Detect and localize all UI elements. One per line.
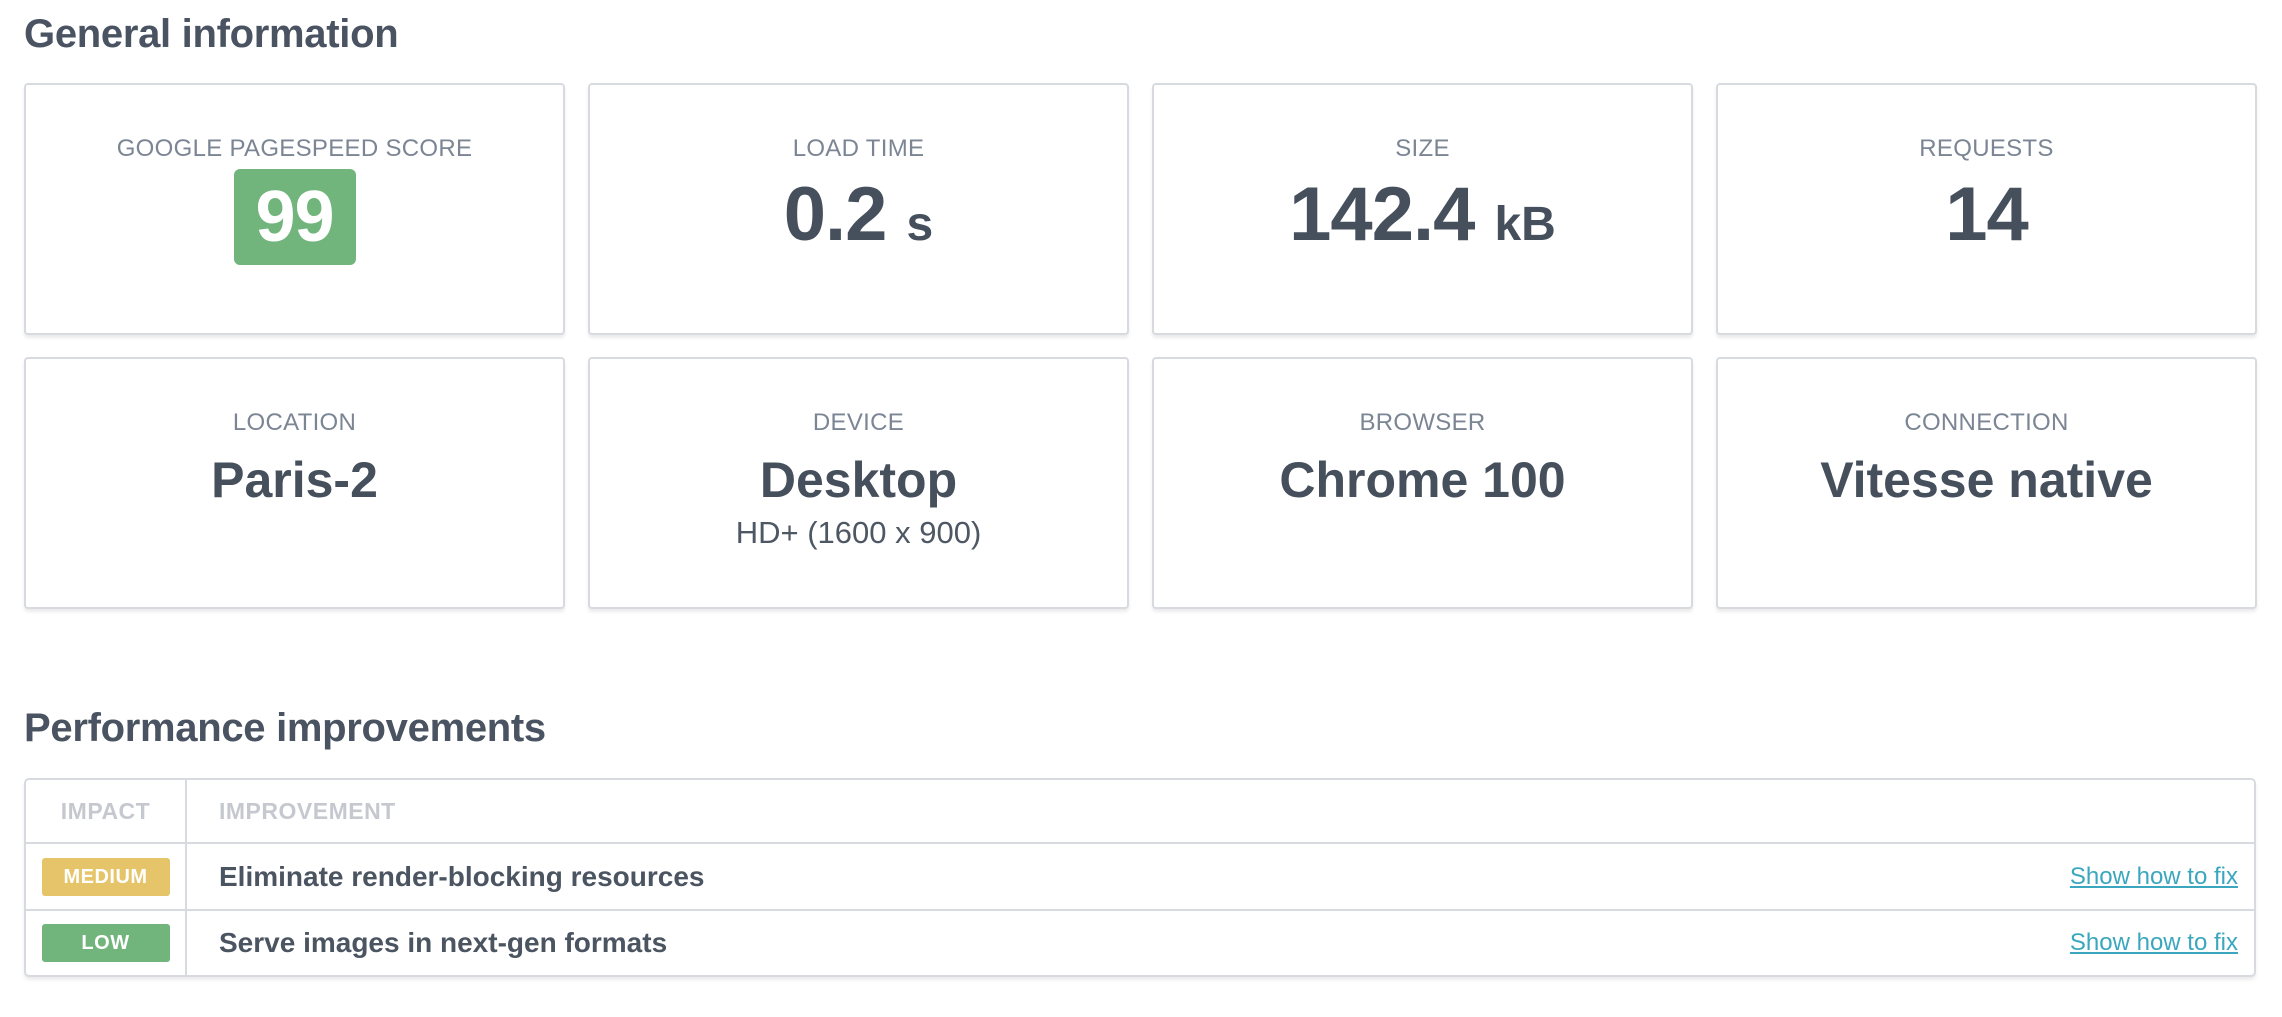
device-card: DEVICE Desktop HD+ (1600 x 900) — [588, 357, 1129, 609]
impact-badge-low: LOW — [41, 924, 170, 962]
improvements-table: IMPACT IMPROVEMENT MEDIUM Eliminate rend… — [24, 778, 2256, 977]
improvement-header-cell: IMPROVEMENT — [187, 780, 2254, 842]
card-label: LOCATION — [232, 409, 357, 436]
card-label: SIZE — [1395, 135, 1450, 162]
table-row: LOW Serve images in next-gen formats Sho… — [26, 909, 2254, 975]
card-value: 14 — [1945, 172, 2029, 257]
value-number: 0.2 — [783, 172, 888, 257]
card-label: GOOGLE PAGESPEED SCORE — [116, 135, 473, 162]
value-unit: s — [906, 198, 934, 251]
improvement-cell: Serve images in next-gen formats Show ho… — [187, 911, 2254, 975]
card-value: Chrome 100 — [1279, 452, 1566, 508]
table-row: MEDIUM Eliminate render-blocking resourc… — [26, 842, 2254, 909]
card-label: LOAD TIME — [792, 135, 925, 162]
page: General information GOOGLE PAGESPEED SCO… — [0, 0, 2282, 1017]
card-label: BROWSER — [1359, 409, 1486, 436]
pagespeed-score-card: GOOGLE PAGESPEED SCORE 99 — [24, 83, 565, 335]
score-badge: 99 — [233, 169, 356, 265]
impact-column-header: IMPACT — [60, 797, 151, 824]
impact-header-cell: IMPACT — [26, 780, 187, 842]
table-header: IMPACT IMPROVEMENT — [26, 780, 2254, 842]
show-how-to-fix-link[interactable]: Show how to fix — [2070, 929, 2238, 957]
impact-cell: LOW — [26, 911, 187, 975]
card-subvalue: HD+ (1600 x 900) — [735, 515, 982, 550]
card-value: 142.4 kB — [1154, 177, 1691, 253]
impact-badge-medium: MEDIUM — [41, 857, 170, 896]
load-time-card: LOAD TIME 0.2 s — [588, 83, 1129, 335]
metrics-grid: GOOGLE PAGESPEED SCORE 99 LOAD TIME 0.2 … — [24, 83, 2257, 609]
show-how-to-fix-link[interactable]: Show how to fix — [2070, 863, 2238, 891]
requests-card: REQUESTS 14 — [1716, 83, 2257, 335]
browser-card: BROWSER Chrome 100 — [1152, 357, 1693, 609]
improvement-text: Serve images in next-gen formats — [219, 927, 668, 958]
card-label: CONNECTION — [1904, 409, 2069, 436]
size-card: SIZE 142.4 kB — [1152, 83, 1693, 335]
location-card: LOCATION Paris-2 — [24, 357, 565, 609]
card-value: Vitesse native — [1820, 452, 2153, 508]
general-information-title: General information — [24, 12, 399, 56]
improvement-text: Eliminate render-blocking resources — [219, 860, 705, 892]
card-label: DEVICE — [812, 409, 905, 436]
value-number: 142.4 — [1289, 172, 1475, 257]
performance-improvements-title: Performance improvements — [24, 706, 546, 750]
card-value: Paris-2 — [211, 452, 378, 508]
improvement-cell: Eliminate render-blocking resources Show… — [187, 844, 2254, 909]
card-label: REQUESTS — [1919, 135, 2054, 162]
card-value: Desktop — [759, 452, 958, 508]
impact-cell: MEDIUM — [26, 844, 187, 909]
value-unit: kB — [1494, 198, 1556, 251]
improvement-column-header: IMPROVEMENT — [219, 797, 396, 824]
card-value: 0.2 s — [590, 177, 1127, 253]
connection-card: CONNECTION Vitesse native — [1716, 357, 2257, 609]
